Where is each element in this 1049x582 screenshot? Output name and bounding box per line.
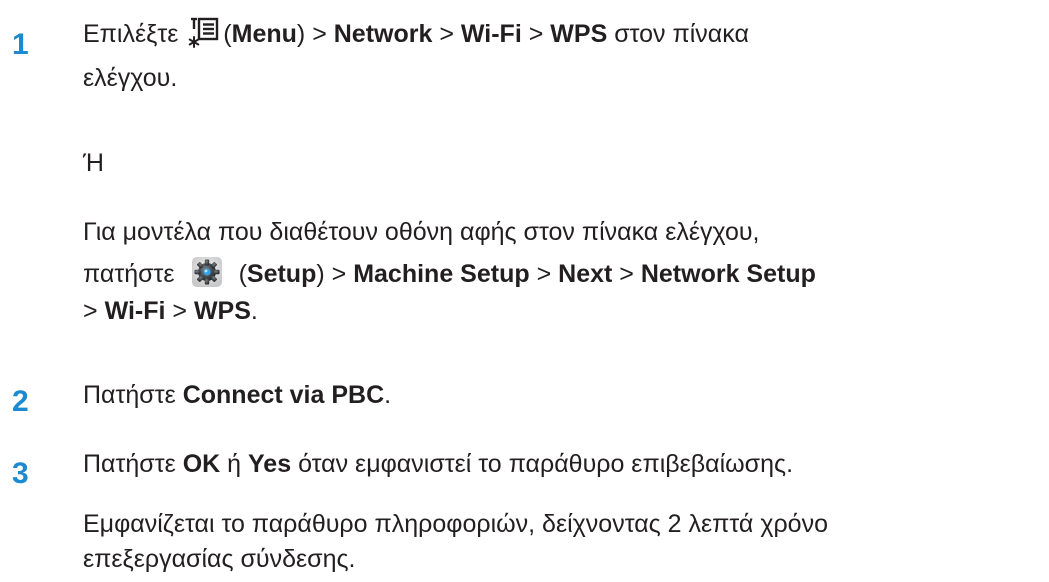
- step2-end-period: .: [384, 381, 392, 409]
- step1-setup-paren-close: ): [316, 260, 325, 288]
- step1-next: Next: [558, 260, 613, 288]
- step3-prefix: Πατήστε: [83, 450, 176, 478]
- step1-sep5: >: [536, 260, 552, 288]
- step1-wps: WPS: [550, 20, 608, 48]
- step1-network: Network: [333, 20, 433, 48]
- step1-sep4: >: [331, 260, 347, 288]
- step1-touch-line3: > Wi-Fi > WPS.: [83, 293, 258, 330]
- step1-sep1: >: [312, 20, 327, 48]
- gear-icon: [191, 256, 223, 288]
- step1-sep6: >: [619, 260, 634, 288]
- step-number-1: 1: [12, 28, 29, 61]
- step3-yes: Yes: [248, 450, 292, 478]
- step-number-3: 3: [12, 457, 29, 490]
- step3-info-line2: επεξεργασίας σύνδεσης.: [83, 545, 356, 573]
- step1-suffix: στον πίνακα: [614, 20, 749, 48]
- step1-menu-label: Menu: [231, 20, 297, 48]
- step1-menu-paren-open: (: [223, 20, 232, 48]
- step1-sep8: >: [172, 297, 187, 325]
- menu-star-icon: [186, 15, 222, 49]
- step1-wifi: Wi-Fi: [460, 20, 522, 48]
- step1-machine-setup: Machine Setup: [353, 260, 530, 288]
- step2-connect-pbc: Connect via PBC: [182, 381, 385, 409]
- step1-end-period: .: [250, 297, 258, 325]
- step1-sep2: >: [439, 20, 454, 48]
- step1-sep3: >: [528, 20, 544, 48]
- step3-suffix: όταν εμφανιστεί το παράθυρο επιβεβαίωσης…: [298, 450, 794, 478]
- step1-instruction-line1: Επιλέξτε (Menu) > Network > Wi-Fi > WPS …: [83, 16, 749, 53]
- step1-wps2: WPS: [193, 297, 251, 325]
- step1-wifi2: Wi-Fi: [104, 297, 166, 325]
- step1-touch-line1: Για μοντέλα που διαθέτουν οθόνη αφής στο…: [83, 218, 760, 246]
- step3-info-line1: Εμφανίζεται το παράθυρο πληροφοριών, δεί…: [83, 510, 828, 538]
- step2-instruction: Πατήστε Connect via PBC.: [83, 377, 391, 414]
- step1-touch-line2: πατήστε (Setup) > Machine Setup > Next >…: [83, 256, 816, 293]
- step1-setup-label: Setup: [246, 260, 317, 288]
- step1-sep7: >: [83, 297, 98, 325]
- step1-instruction-line2: ελέγχου.: [83, 64, 178, 92]
- step1-touch-prefix: πατήστε: [83, 260, 175, 288]
- step1-prefix: Επιλέξτε: [83, 20, 179, 48]
- step2-prefix: Πατήστε: [83, 381, 176, 409]
- step3-or: ή: [227, 450, 242, 478]
- step3-instruction: Πατήστε OK ή Yes όταν εμφανιστεί το παρά…: [83, 446, 793, 483]
- step1-setup-paren-open: (: [238, 260, 247, 288]
- step1-or: Ή: [83, 149, 104, 177]
- step1-network-setup: Network Setup: [640, 260, 816, 288]
- step3-ok: OK: [182, 450, 221, 478]
- step1-menu-paren-close: ): [296, 20, 306, 48]
- step-number-2: 2: [12, 385, 29, 418]
